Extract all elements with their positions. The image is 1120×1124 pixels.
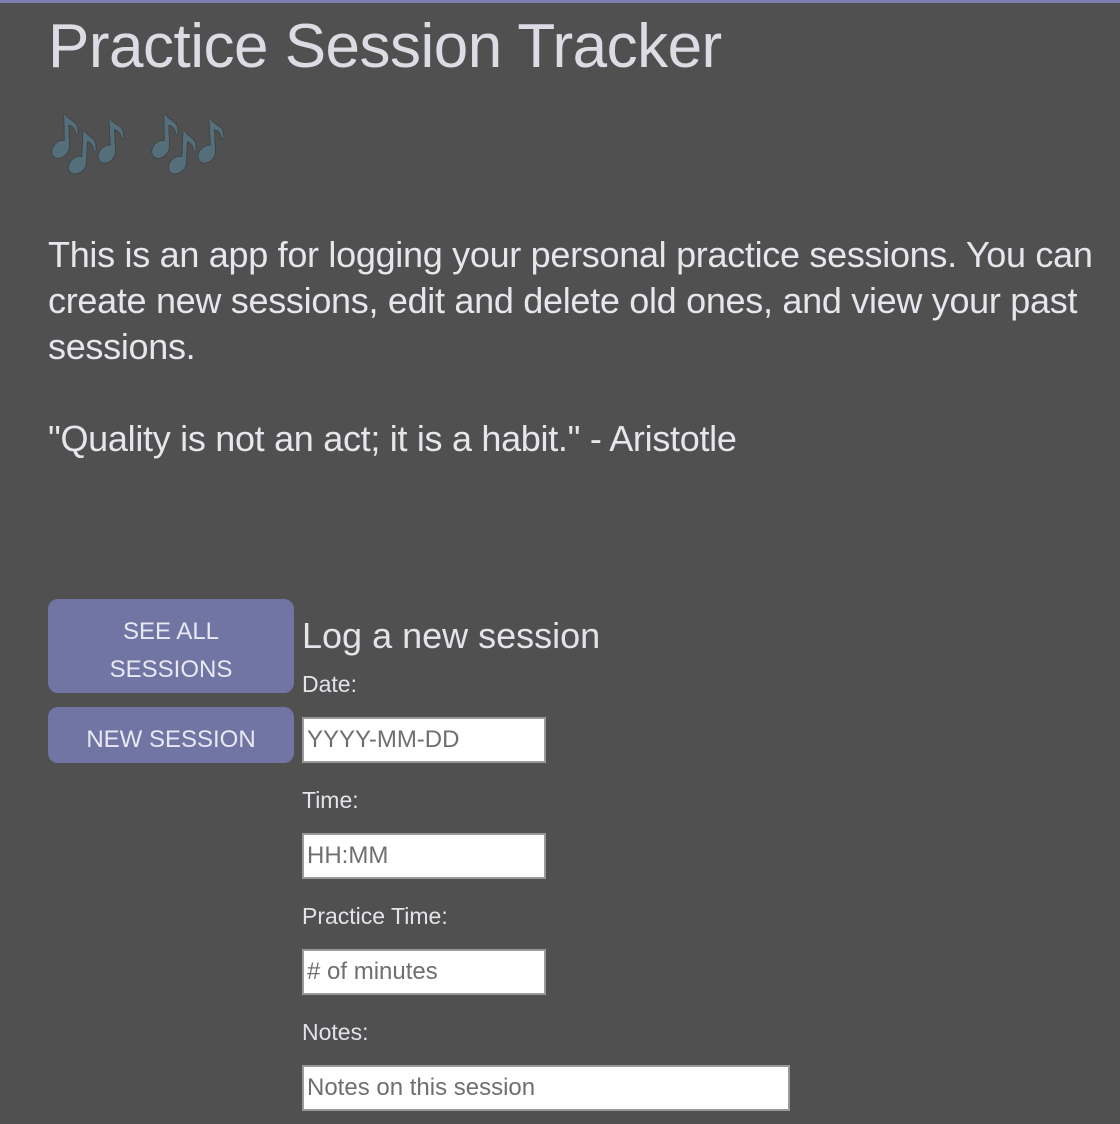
time-label: Time: <box>302 787 359 813</box>
form-heading: Log a new session <box>302 615 601 656</box>
date-input[interactable] <box>302 717 546 763</box>
notes-input[interactable] <box>302 1065 790 1111</box>
new-session-form: Log a new session Date: Time: Practice T… <box>302 611 790 1111</box>
new-session-button[interactable]: NEW SESSION <box>48 707 294 763</box>
musical-notes-icon: 🎶 🎶 <box>48 111 228 185</box>
session-nav: SEE ALL SESSIONS NEW SESSION <box>48 599 294 763</box>
practice-time-label: Practice Time: <box>302 903 448 929</box>
see-all-sessions-button[interactable]: SEE ALL SESSIONS <box>48 599 294 693</box>
quote: "Quality is not an act; it is a habit." … <box>48 418 737 459</box>
notes-label: Notes: <box>302 1019 369 1045</box>
page-title: Practice Session Tracker <box>48 12 722 81</box>
time-input[interactable] <box>302 833 546 879</box>
date-label: Date: <box>302 671 357 697</box>
app-description: This is an app for logging your personal… <box>48 234 1093 367</box>
practice-time-input[interactable] <box>302 949 546 995</box>
